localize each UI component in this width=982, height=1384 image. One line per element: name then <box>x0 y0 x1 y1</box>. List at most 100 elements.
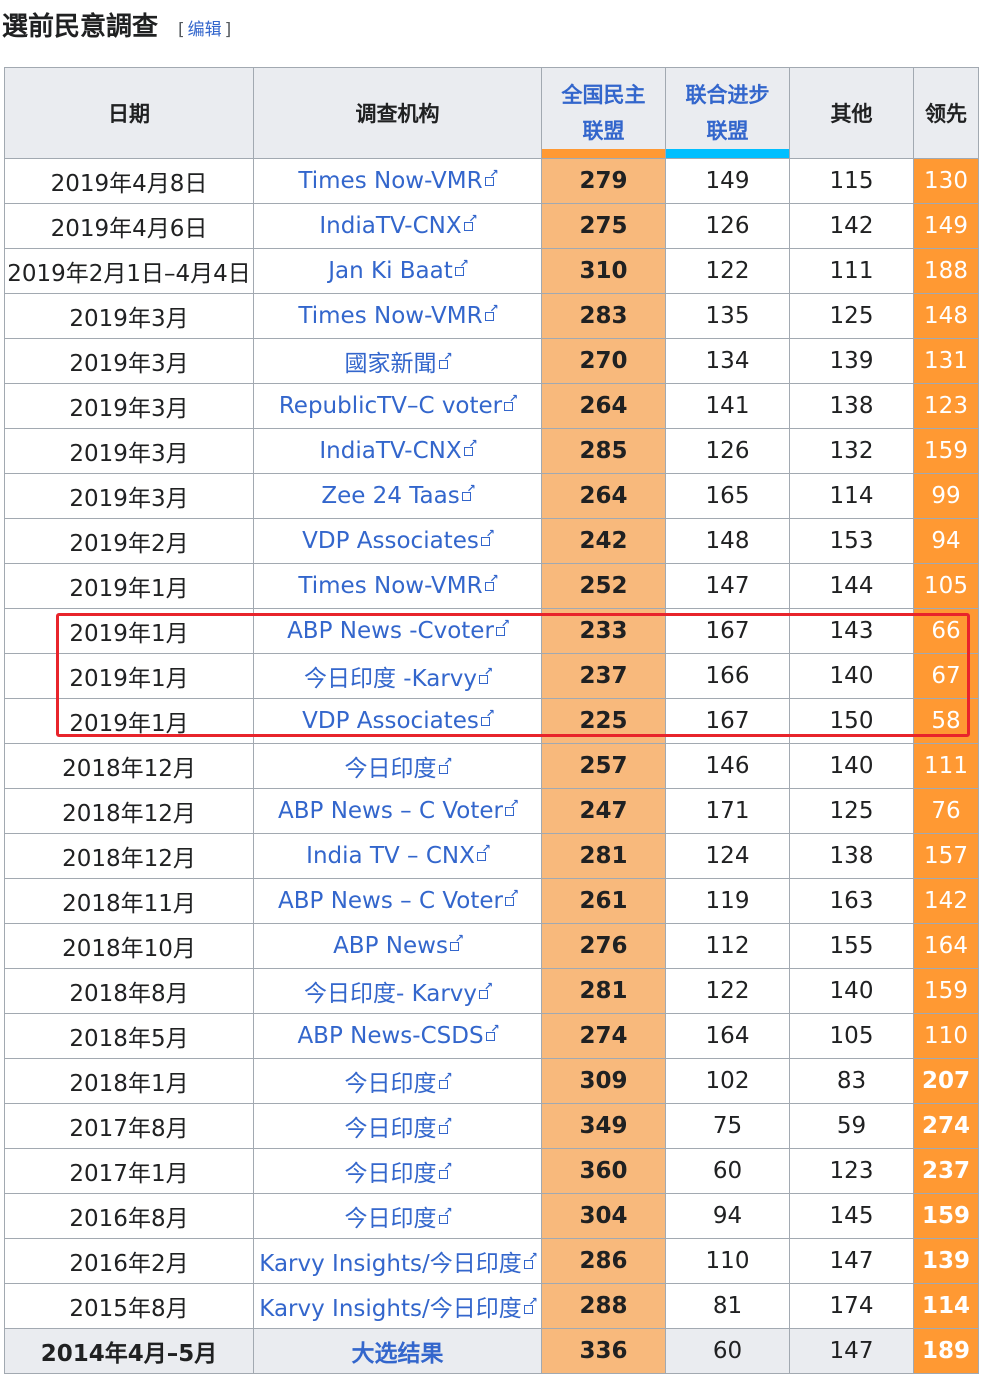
table-row: 2018年12月 India TV – CNX 281124138157 <box>4 833 979 879</box>
agency-name: Karvy Insights/今日印度 <box>259 1296 522 1322</box>
cell-others: 105 <box>789 1013 914 1059</box>
agency-name: 今日印度 <box>344 1161 437 1187</box>
election-result-link[interactable]: 大选结果 <box>352 1341 444 1367</box>
cell-others: 123 <box>789 1148 914 1194</box>
cell-lead: 130 <box>913 158 979 204</box>
agency-link[interactable]: 今日印度 <box>344 1070 453 1097</box>
cell-lead: 274 <box>913 1103 979 1149</box>
agency-name: ABP News – C Voter <box>278 798 503 824</box>
agency-link[interactable]: 國家新聞 <box>345 350 453 377</box>
agency-link[interactable]: Times Now-VMR <box>298 572 498 599</box>
agency-name: IndiaTV-CNX <box>319 438 462 464</box>
cell-agency: Karvy Insights/今日印度 <box>253 1238 542 1284</box>
agency-link[interactable]: Jan Ki Baat <box>328 257 469 284</box>
cell-agency: 今日印度- Karvy <box>253 968 542 1014</box>
external-link-icon <box>480 527 495 546</box>
table-row: 2019年1月 Times Now-VMR 252147144105 <box>4 563 979 609</box>
table-row: 2018年12月 今日印度 257146140111 <box>4 743 979 789</box>
agency-link[interactable]: VDP Associates <box>302 707 495 734</box>
cell-others: 132 <box>789 428 914 474</box>
cell-date: 2015年8月 <box>4 1283 254 1329</box>
header-nda[interactable]: 全国民主 联盟 <box>541 67 666 159</box>
agency-link[interactable]: 今日印度- Karvy <box>304 980 493 1007</box>
agency-link[interactable]: ABP News-CSDS <box>297 1022 499 1049</box>
agency-link[interactable]: RepublicTV–C voter <box>279 392 518 419</box>
header-date: 日期 <box>4 67 254 159</box>
agency-link[interactable]: 今日印度 <box>344 1160 453 1187</box>
cell-upa: 147 <box>665 563 790 609</box>
cell-agency: IndiaTV-CNX <box>253 428 542 474</box>
external-link-icon <box>480 707 495 726</box>
agency-link[interactable]: ABP News – C Voter <box>278 887 519 914</box>
cell-date: 2019年1月 <box>4 698 254 744</box>
cell-lead: 149 <box>913 203 979 249</box>
cell-date: 2019年3月 <box>4 293 254 339</box>
cell-others: 147 <box>789 1328 914 1374</box>
cell-upa: 60 <box>665 1148 790 1194</box>
cell-upa: 94 <box>665 1193 790 1239</box>
cell-agency: ABP News – C Voter <box>253 788 542 834</box>
cell-date: 2018年12月 <box>4 833 254 879</box>
cell-date: 2018年12月 <box>4 743 254 789</box>
cell-upa: 124 <box>665 833 790 879</box>
agency-link[interactable]: IndiaTV-CNX <box>319 212 477 239</box>
agency-link[interactable]: ABP News – C Voter <box>278 797 519 824</box>
edit-section-link[interactable]: 编辑 <box>188 20 222 40</box>
agency-link[interactable]: 今日印度 <box>344 755 453 782</box>
agency-link[interactable]: ABP News -Cvoter <box>287 617 510 644</box>
external-link-icon <box>479 665 493 684</box>
agency-link[interactable]: Karvy Insights/今日印度 <box>259 1250 537 1277</box>
cell-date: 2018年12月 <box>4 788 254 834</box>
agency-link[interactable]: Zee 24 Taas <box>321 482 475 509</box>
cell-nda: 275 <box>541 203 666 249</box>
header-agency: 调查机构 <box>253 67 542 159</box>
cell-lead: 157 <box>913 833 979 879</box>
agency-link[interactable]: 今日印度 <box>345 1205 453 1232</box>
cell-lead: 237 <box>913 1148 979 1194</box>
cell-upa: 167 <box>665 698 790 744</box>
table-row: 2019年4月8日 Times Now-VMR 279149115130 <box>4 158 979 204</box>
agency-name: 今日印度 <box>344 756 437 782</box>
table-row: 2019年1月 今日印度 -Karvy 23716614067 <box>4 653 979 699</box>
header-nda-link[interactable]: 全国民主 联盟 <box>542 77 665 149</box>
cell-date: 2019年2月1日–4月4日 <box>4 248 254 294</box>
cell-agency: Jan Ki Baat <box>253 248 542 294</box>
cell-date: 2018年1月 <box>4 1058 254 1104</box>
cell-nda: 309 <box>541 1058 666 1104</box>
cell-others: 155 <box>789 923 914 969</box>
cell-others: 147 <box>789 1238 914 1284</box>
agency-link[interactable]: 今日印度 <box>345 1115 453 1142</box>
table-row: 2016年8月 今日印度 30494145159 <box>4 1193 979 1239</box>
header-upa-link[interactable]: 联合进步 联盟 <box>666 77 789 149</box>
cell-agency: 國家新聞 <box>253 338 542 384</box>
agency-name: ABP News -Cvoter <box>287 618 494 644</box>
agency-link[interactable]: 今日印度 -Karvy <box>304 665 493 692</box>
cell-upa: 81 <box>665 1283 790 1329</box>
cell-others: 144 <box>789 563 914 609</box>
agency-name: 今日印度 <box>344 1071 437 1097</box>
agency-link[interactable]: ABP News <box>333 932 464 959</box>
agency-link[interactable]: Karvy Insights/今日印度 <box>259 1295 537 1322</box>
agency-link[interactable]: IndiaTV-CNX <box>319 437 478 464</box>
agency-link[interactable]: India TV – CNX <box>306 842 491 869</box>
agency-name: Zee 24 Taas <box>321 483 460 509</box>
cell-agency: 今日印度 <box>253 1058 542 1104</box>
agency-link[interactable]: VDP Associates <box>302 527 495 554</box>
cell-agency: ABP News -Cvoter <box>253 608 542 654</box>
cell-upa: 167 <box>665 608 790 654</box>
header-upa[interactable]: 联合进步 联盟 <box>665 67 790 159</box>
cell-lead: 159 <box>913 1193 979 1239</box>
cell-date: 2017年8月 <box>4 1103 254 1149</box>
agency-name: Times Now-VMR <box>298 573 483 599</box>
cell-lead: 123 <box>913 383 979 429</box>
agency-link[interactable]: Times Now-VMR <box>298 302 498 329</box>
cell-date: 2019年1月 <box>4 653 254 699</box>
table-row: 2018年8月 今日印度- Karvy 281122140159 <box>4 968 979 1014</box>
table-header-row: 日期 调查机构 全国民主 联盟 联合进步 联盟 其他 领先 <box>4 67 979 159</box>
external-link-icon <box>476 842 491 861</box>
cell-lead: 139 <box>913 1238 979 1284</box>
agency-link[interactable]: Times Now-VMR <box>298 167 498 194</box>
cell-agency: Times Now-VMR <box>253 293 542 339</box>
external-link-icon <box>463 437 478 456</box>
cell-nda: 225 <box>541 698 666 744</box>
